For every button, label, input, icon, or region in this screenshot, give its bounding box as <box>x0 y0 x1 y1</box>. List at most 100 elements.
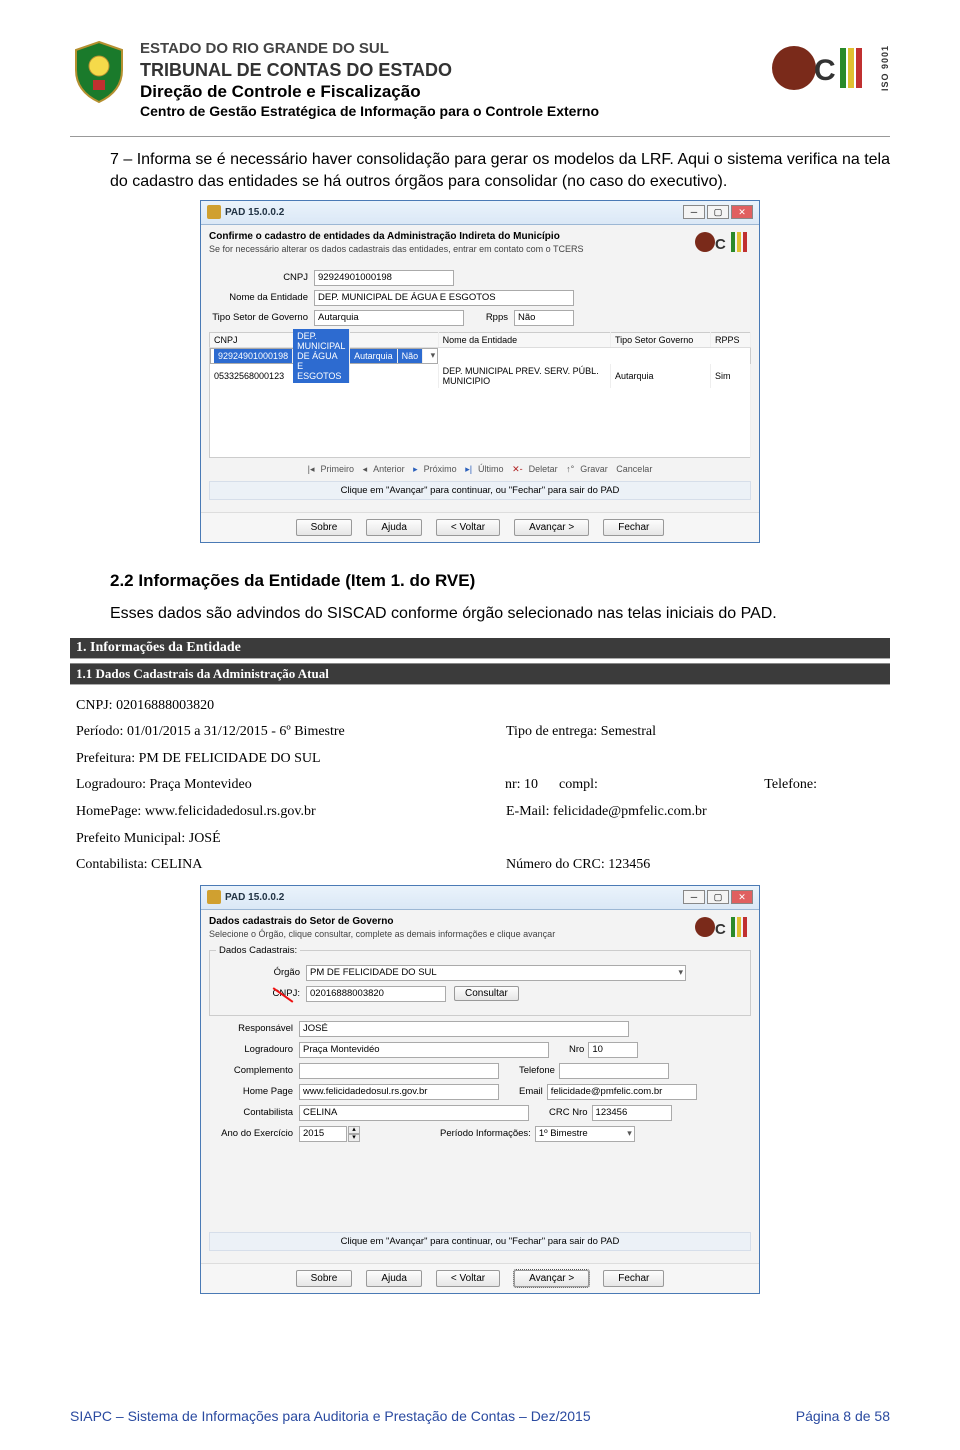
contabilista-input[interactable] <box>299 1105 529 1121</box>
tce-logo-icon: C <box>766 40 876 96</box>
close-button[interactable]: ✕ <box>731 890 753 904</box>
info-homepage: HomePage: www.felicidadedosul.rs.gov.br <box>76 799 506 826</box>
cell: 92924901000198 <box>214 349 293 363</box>
document-footer: SIAPC – Sistema de Informações para Audi… <box>70 1408 890 1424</box>
contabilista-label: Contabilista <box>209 1107 299 1118</box>
info-cnpj: CNPJ: 02016888003820 <box>76 693 506 720</box>
dialog-title: PAD 15.0.0.2 <box>225 207 284 218</box>
app-icon <box>207 890 221 904</box>
paragraph-7: 7 – Informa se é necessário haver consol… <box>110 149 890 194</box>
section-2-2-heading: 2.2 Informações da Entidade (Item 1. do … <box>110 571 890 591</box>
cell: Autarquia <box>350 349 398 363</box>
app-icon <box>207 205 221 219</box>
consultar-button[interactable]: Consultar <box>454 986 519 1001</box>
table-row[interactable]: 05332568000123 DEP. MUNICIPAL PREV. SERV… <box>210 364 751 388</box>
voltar-button[interactable]: < Voltar <box>436 1270 500 1287</box>
spinner-down-icon[interactable]: ▾ <box>348 1134 360 1142</box>
header-direcao: Direção de Controle e Fiscalização <box>140 81 754 102</box>
tipo-setor-label: Tipo Setor de Governo <box>209 312 314 323</box>
crcnro-label: CRC Nro <box>529 1107 592 1118</box>
orgao-select[interactable]: PM DE FELICIDADE DO SUL <box>306 965 686 981</box>
dialog2-hint: Clique em "Avançar" para continuar, ou "… <box>209 1232 751 1251</box>
voltar-button[interactable]: < Voltar <box>436 519 500 536</box>
cnpj-input[interactable] <box>314 270 454 286</box>
tce-logo-small-icon: C <box>693 228 751 256</box>
header-divider <box>70 136 890 137</box>
col-nome: Nome da Entidade <box>438 332 610 347</box>
maximize-button[interactable]: ▢ <box>707 205 729 219</box>
col-rpps: RPPS <box>711 332 751 347</box>
dialog-dados-cadastrais: PAD 15.0.0.2 ─ ▢ ✕ Dados cadastrais do S… <box>200 885 760 1294</box>
nav-ultimo[interactable]: Último <box>478 464 504 474</box>
logradouro-label: Logradouro <box>209 1044 299 1055</box>
email-input[interactable] <box>547 1084 697 1100</box>
nav-primeiro[interactable]: Primeiro <box>321 464 355 474</box>
ajuda-button[interactable]: Ajuda <box>366 1270 422 1287</box>
tipo-setor-input[interactable] <box>314 310 464 326</box>
dialog2-title: PAD 15.0.0.2 <box>225 892 284 903</box>
maximize-button[interactable]: ▢ <box>707 890 729 904</box>
nome-entidade-input[interactable] <box>314 290 574 306</box>
header-state: ESTADO DO RIO GRANDE DO SUL <box>140 40 754 59</box>
fechar-button[interactable]: Fechar <box>603 1270 664 1287</box>
orgao-label: Órgão <box>216 967 306 978</box>
nome-entidade-label: Nome da Entidade <box>209 292 314 303</box>
ano-exercicio-spinner[interactable]: ▴▾ <box>299 1126 360 1142</box>
dialog2-heading: Dados cadastrais do Setor de Governo <box>209 916 751 927</box>
rpps-input[interactable] <box>514 310 574 326</box>
sobre-button[interactable]: Sobre <box>296 519 353 536</box>
dialog-hint: Clique em "Avançar" para continuar, ou "… <box>209 481 751 500</box>
info-band-1: 1. Informações da Entidade <box>70 638 890 659</box>
cnpj-label: CNPJ <box>209 272 314 283</box>
table-row[interactable]: 92924901000198 DEP. MUNICIPAL DE ÁGUA E … <box>210 348 438 364</box>
nav-anterior[interactable]: Anterior <box>373 464 405 474</box>
close-button[interactable]: ✕ <box>731 205 753 219</box>
minimize-button[interactable]: ─ <box>683 205 705 219</box>
ajuda-button[interactable]: Ajuda <box>366 519 422 536</box>
dialog-confirm-entidades: PAD 15.0.0.2 ─ ▢ ✕ Confirme o cadastro d… <box>200 200 760 544</box>
svg-text:C: C <box>814 54 836 87</box>
tce-logo-small-icon: C <box>693 913 751 941</box>
cell: DEP. MUNICIPAL DE ÁGUA E ESGOTOS <box>293 329 350 383</box>
info-prefeito: Prefeito Municipal: JOSÉ <box>76 826 506 853</box>
footer-right: Página 8 de 58 <box>796 1408 890 1424</box>
entidades-table[interactable]: CNPJ Nome da Entidade Tipo Setor Governo… <box>209 332 751 459</box>
homepage-input[interactable] <box>299 1084 499 1100</box>
info-contabilista: Contabilista: CELINA <box>76 852 506 879</box>
section-2-2-text: Esses dados são advindos do SISCAD confo… <box>110 603 890 625</box>
info-periodo: Período: 01/01/2015 a 31/12/2015 - 6º Bi… <box>76 719 506 746</box>
info-entidade-block: 1. Informações da Entidade 1.1 Dados Cad… <box>70 638 890 883</box>
avancar-button[interactable]: Avançar > <box>514 1270 589 1287</box>
cnpj2-label: CNPJ: <box>216 988 306 999</box>
record-nav: |◂Primeiro ◂Anterior ▸Próximo ▸|Último ✕… <box>209 464 751 475</box>
nav-gravar[interactable]: Gravar <box>580 464 608 474</box>
complemento-label: Complemento <box>209 1065 299 1076</box>
nav-cancelar[interactable]: Cancelar <box>616 464 652 474</box>
cell: Sim <box>711 364 751 388</box>
nro-input[interactable] <box>588 1042 638 1058</box>
fechar-button[interactable]: Fechar <box>603 519 664 536</box>
minimize-button[interactable]: ─ <box>683 890 705 904</box>
telefone-input[interactable] <box>559 1063 669 1079</box>
responsavel-input[interactable] <box>299 1021 629 1037</box>
avancar-button[interactable]: Avançar > <box>514 519 589 536</box>
complemento-input[interactable] <box>299 1063 499 1079</box>
telefone-label: Telefone <box>499 1065 559 1076</box>
crcnro-input[interactable] <box>592 1105 672 1121</box>
periodo-info-label: Período Informações: <box>360 1128 535 1139</box>
info-crc: Número do CRC: 123456 <box>506 852 766 879</box>
info-prefeitura: Prefeitura: PM DE FELICIDADE DO SUL <box>76 746 506 773</box>
nav-deletar[interactable]: Deletar <box>529 464 558 474</box>
email-label: Email <box>499 1086 547 1097</box>
sobre-button[interactable]: Sobre <box>296 1270 353 1287</box>
cnpj2-input[interactable] <box>306 986 446 1002</box>
cell: Autarquia <box>611 364 711 388</box>
ano-exercicio-label: Ano do Exercício <box>209 1128 299 1139</box>
iso-label: ISO 9001 <box>880 45 890 91</box>
responsavel-label: Responsável <box>209 1023 299 1034</box>
spinner-up-icon[interactable]: ▴ <box>348 1126 360 1134</box>
logradouro-input[interactable] <box>299 1042 549 1058</box>
nav-proximo[interactable]: Próximo <box>424 464 457 474</box>
svg-text:C: C <box>715 236 726 253</box>
periodo-info-select[interactable]: 1º Bimestre <box>535 1126 635 1142</box>
